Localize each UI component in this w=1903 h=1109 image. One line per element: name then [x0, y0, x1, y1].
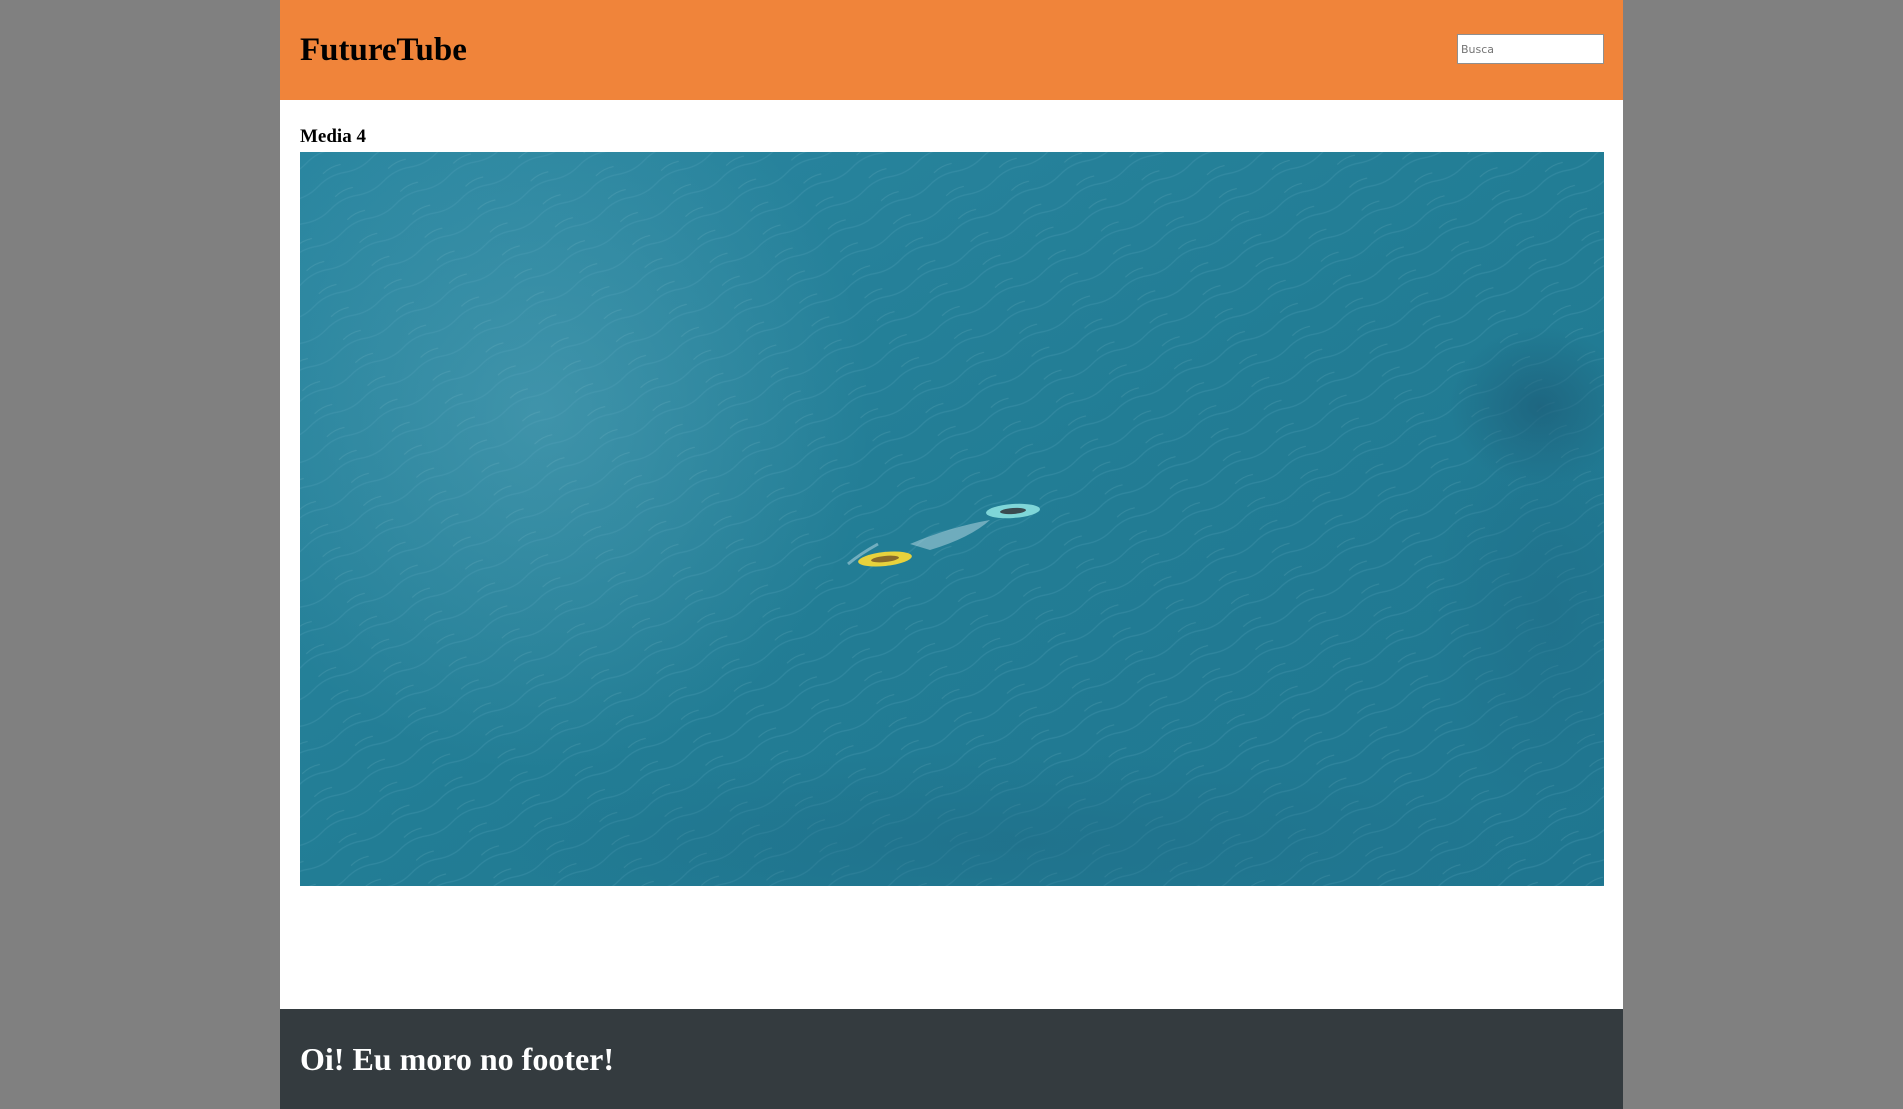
- site-header: FutureTube: [280, 0, 1623, 100]
- search-input[interactable]: [1457, 34, 1604, 64]
- site-footer: Oi! Eu moro no footer!: [280, 1009, 1623, 1109]
- footer-text: Oi! Eu moro no footer!: [300, 1041, 615, 1077]
- video-frame: [300, 152, 1604, 886]
- media-title: Media 4: [300, 126, 366, 147]
- video-player[interactable]: [300, 152, 1604, 886]
- site-title[interactable]: FutureTube: [300, 30, 467, 70]
- page-container: FutureTube Media 4: [280, 0, 1623, 1109]
